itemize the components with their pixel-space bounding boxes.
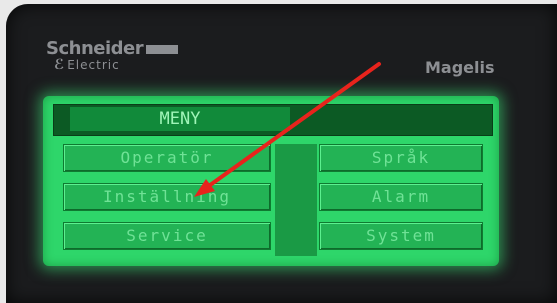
hmi-screen: MENY Operatör Inställning Service Språk … <box>43 96 499 266</box>
service-button[interactable]: Service <box>63 222 271 250</box>
brand-bar-icon <box>146 45 179 54</box>
settings-button[interactable]: Inställning <box>63 183 271 211</box>
brand-logo: Schneider ℰ Electric <box>46 38 179 73</box>
menu-title-bar: MENY <box>53 104 493 136</box>
center-divider <box>275 144 317 256</box>
system-button[interactable]: System <box>319 222 483 250</box>
schneider-logo-icon: ℰ <box>54 57 66 73</box>
brand-subname: Electric <box>67 58 120 72</box>
operator-button[interactable]: Operatör <box>63 144 271 172</box>
model-name: Magelis <box>425 58 495 77</box>
language-button[interactable]: Språk <box>319 144 483 172</box>
brand-name: Schneider <box>46 38 144 59</box>
menu-title: MENY <box>70 107 290 131</box>
alarm-button[interactable]: Alarm <box>319 183 483 211</box>
